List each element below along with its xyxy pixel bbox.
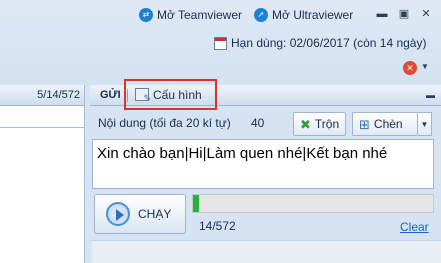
insert-button-label: Chèn bbox=[373, 117, 403, 131]
restore-icon[interactable]: ▣ bbox=[397, 7, 411, 21]
progress-fill bbox=[193, 195, 199, 212]
panel-splitter[interactable] bbox=[84, 85, 90, 263]
ultraviewer-icon: ➚ bbox=[254, 8, 268, 22]
progress-bar bbox=[192, 194, 434, 213]
left-panel-subheader bbox=[0, 106, 84, 128]
insert-button[interactable]: ⊞ Chèn bbox=[352, 112, 418, 136]
expiry-info: Hạn dùng: 02/06/2017 (còn 14 ngày) bbox=[214, 34, 426, 52]
expiry-text: Hạn dùng: 02/06/2017 (còn 14 ngày) bbox=[231, 36, 427, 50]
send-panel-header: GỬI Cấu hình ▬ bbox=[90, 79, 441, 110]
left-panel-list bbox=[0, 128, 84, 263]
open-ultraviewer-link[interactable]: ➚ Mở Ultraviewer bbox=[254, 6, 353, 24]
left-panel-header: 5/14/572 bbox=[0, 85, 84, 106]
config-button[interactable]: Cấu hình bbox=[124, 79, 217, 110]
calendar-icon bbox=[214, 36, 227, 50]
window-controls: ▬ ▣ ✕ bbox=[375, 7, 433, 21]
run-button-label: CHẠY bbox=[138, 207, 172, 221]
close-icon[interactable]: ✕ bbox=[419, 7, 433, 21]
close-circle-icon[interactable]: ✕ bbox=[403, 61, 417, 75]
open-ultraviewer-label: Mở Ultraviewer bbox=[272, 8, 354, 22]
config-button-label: Cấu hình bbox=[153, 87, 202, 102]
progress-text: 14/572 bbox=[199, 219, 236, 233]
minimize-icon[interactable]: ▬ bbox=[375, 7, 389, 21]
run-button[interactable]: CHẠY bbox=[94, 194, 186, 234]
insert-dropdown-icon[interactable]: ▼ bbox=[418, 112, 432, 136]
shuffle-button[interactable]: ✖ Trộn bbox=[293, 112, 347, 136]
open-teamviewer-link[interactable]: ⇄ Mở Teamviewer bbox=[139, 6, 242, 24]
open-teamviewer-label: Mở Teamviewer bbox=[157, 8, 243, 22]
send-panel-title: GỬI bbox=[100, 89, 121, 101]
content-label: Nội dung (tối đa 20 kí tự) bbox=[98, 116, 231, 130]
insert-icon: ⊞ bbox=[359, 116, 370, 132]
clear-link[interactable]: Clear bbox=[400, 220, 429, 234]
shuffle-button-label: Trộn bbox=[314, 117, 340, 131]
char-count: 40 bbox=[251, 116, 265, 130]
shuffle-icon: ✖ bbox=[300, 116, 311, 132]
teamviewer-icon: ⇄ bbox=[139, 8, 153, 22]
panel-minimize-icon[interactable]: ▬ bbox=[426, 90, 435, 100]
message-input[interactable]: Xin chào bạn|Hi|Làm quen nhé|Kết bạn nhé bbox=[92, 139, 434, 189]
settings-document-icon bbox=[135, 88, 151, 104]
chevron-down-icon[interactable]: ▼ bbox=[421, 62, 429, 71]
play-icon bbox=[106, 202, 130, 226]
left-panel-count: 5/14/572 bbox=[37, 89, 80, 101]
log-area bbox=[92, 240, 441, 263]
